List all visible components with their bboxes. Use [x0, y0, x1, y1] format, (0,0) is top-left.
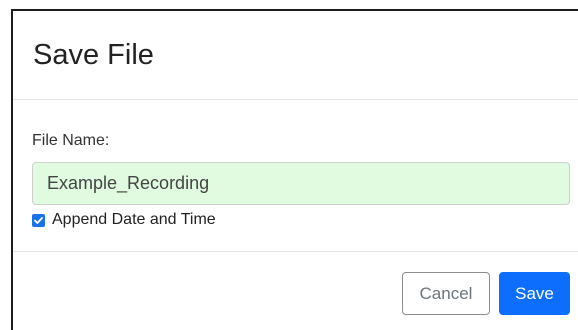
append-date-time-option[interactable]: Append Date and Time [32, 210, 216, 230]
file-name-label: File Name: [32, 132, 110, 149]
append-date-time-label: Append Date and Time [52, 211, 216, 228]
page: Save File File Name: Append Date and Tim… [0, 0, 578, 330]
append-date-time-checkbox[interactable] [32, 213, 45, 227]
checkmark-icon [34, 216, 43, 224]
cancel-button[interactable]: Cancel [402, 272, 490, 315]
save-button[interactable]: Save [499, 272, 570, 315]
file-name-input[interactable] [32, 162, 570, 205]
save-file-dialog: Save File File Name: Append Date and Tim… [11, 9, 578, 330]
dialog-header: Save File [13, 11, 578, 100]
dialog-title: Save File [33, 39, 154, 71]
background-page-strip [0, 0, 578, 9]
dialog-footer: Cancel Save [13, 251, 578, 330]
